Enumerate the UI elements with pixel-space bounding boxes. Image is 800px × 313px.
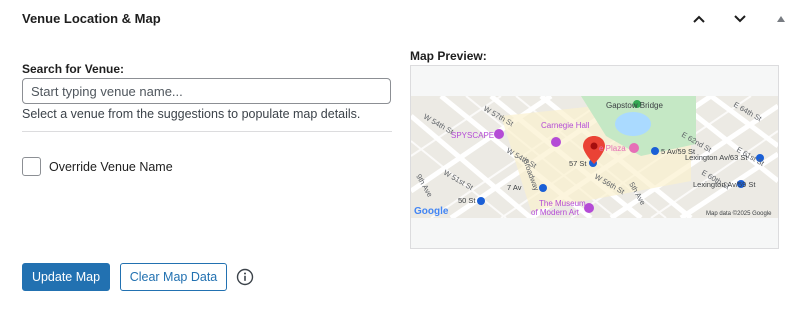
override-venue-checkbox[interactable]: [22, 157, 41, 176]
move-down-icon[interactable]: [729, 8, 751, 30]
map-preview: Gapstow Bridge SPYSCAPE Carnegie Hall e …: [410, 65, 779, 249]
map-place-moma-1: The Museum: [539, 199, 586, 208]
search-label: Search for Venue:: [22, 62, 125, 76]
map-station-57: 57 St: [569, 159, 587, 168]
divider: [22, 131, 392, 132]
update-map-button[interactable]: Update Map: [22, 263, 110, 291]
search-help-text: Select a venue from the suggestions to p…: [22, 107, 361, 121]
map-preview-label: Map Preview:: [410, 49, 487, 63]
map-place-spyscape: SPYSCAPE: [451, 131, 494, 140]
map-place-moma-2: of Modern Art: [531, 208, 580, 217]
map-place-plaza: e Plaza: [599, 144, 626, 153]
search-input[interactable]: [22, 78, 391, 104]
map-station-lex59: Lexington Av/59 St: [693, 180, 756, 189]
info-icon[interactable]: [236, 268, 254, 286]
map-station-lex63: Lexington Av/63 St: [685, 153, 748, 162]
map-logo: Google: [414, 206, 449, 217]
move-up-icon[interactable]: [688, 8, 710, 30]
map-place-carnegie: Carnegie Hall: [541, 121, 590, 130]
map-place-gapstow: Gapstow Bridge: [606, 101, 663, 110]
toggle-panel-icon[interactable]: [770, 8, 792, 30]
map-image[interactable]: Gapstow Bridge SPYSCAPE Carnegie Hall e …: [411, 96, 778, 218]
panel-title: Venue Location & Map: [22, 11, 161, 26]
clear-map-data-button[interactable]: Clear Map Data: [120, 263, 227, 291]
override-venue-label[interactable]: Override Venue Name: [49, 160, 173, 174]
map-station-7av: 7 Av: [507, 183, 522, 192]
map-attribution: Map data ©2025 Google: [706, 210, 772, 217]
map-station-50: 50 St: [458, 196, 476, 205]
